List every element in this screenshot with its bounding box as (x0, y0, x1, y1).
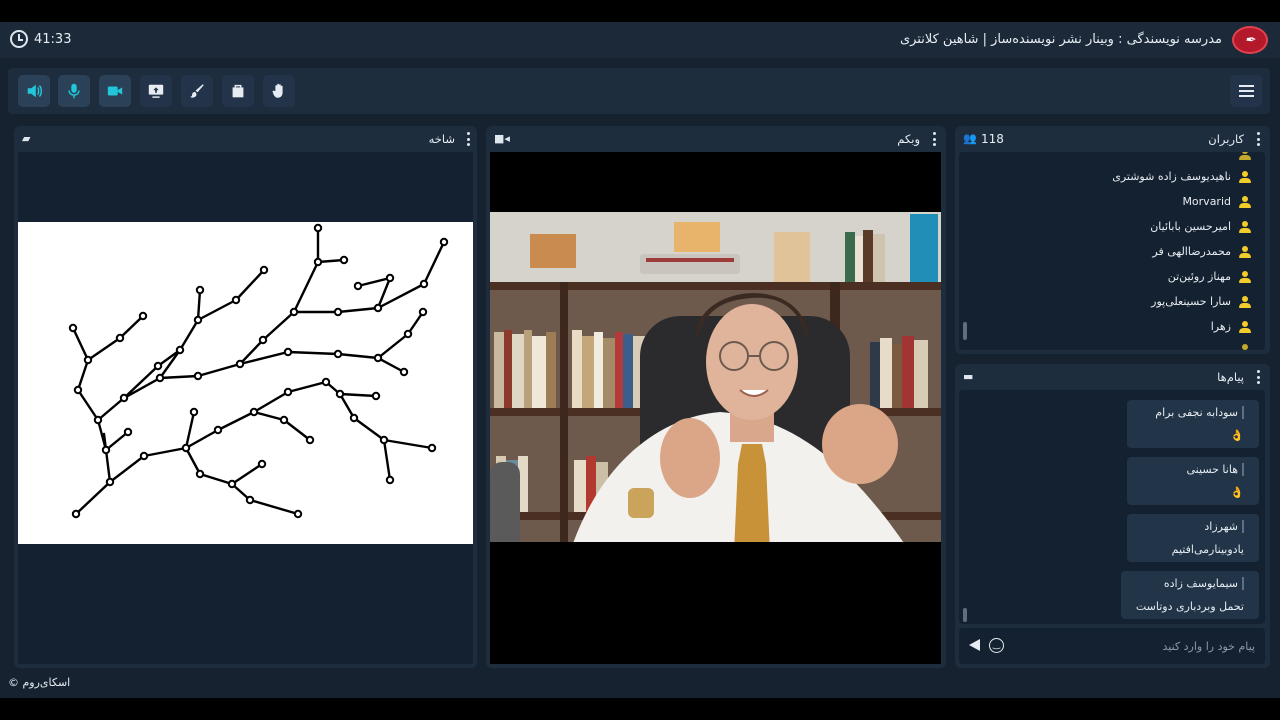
user-icon (1239, 245, 1251, 258)
chat-message: شهرزاد یادوبینارمی‌افتیم (1127, 514, 1259, 562)
user-row[interactable]: ناهیدیوسف زاده شوشتری (1112, 170, 1251, 183)
user-icon (1239, 170, 1251, 183)
whiteboard-title: شاخه (428, 132, 455, 146)
chat-message: سودابه نجفی برام 👌 (1127, 400, 1259, 448)
user-row-partial (1239, 152, 1251, 160)
files-icon[interactable] (222, 75, 254, 107)
user-icon (1239, 195, 1251, 208)
user-name: امیرحسین بابائیان (1150, 220, 1231, 233)
webcam-options-icon[interactable] (932, 132, 936, 146)
main-menu-button[interactable] (1230, 75, 1262, 107)
user-name: Morvarid (1182, 195, 1231, 208)
brush-icon[interactable] (181, 75, 213, 107)
users-header: 👥 118 کاربران (955, 126, 1270, 152)
user-row-partial (1239, 344, 1251, 350)
chat-scrollbar[interactable] (963, 608, 967, 622)
whiteboard-drawing[interactable] (18, 222, 473, 544)
user-icon (1239, 270, 1251, 283)
user-row[interactable]: Morvarid (1182, 195, 1251, 208)
chat-panel: ▬ پیام‌ها سودابه نجفی برام 👌 هانا حسینی … (955, 364, 1270, 668)
webcam-title: وبکم (897, 132, 920, 146)
user-row[interactable]: امیرحسین بابائیان (1150, 220, 1251, 233)
message-sender: سیمایوسف زاده (1131, 577, 1244, 590)
folder-icon[interactable]: ▰ (22, 132, 30, 145)
clock-icon (10, 30, 28, 48)
chat-options-icon[interactable] (1256, 370, 1260, 384)
camera-icon[interactable] (99, 75, 131, 107)
message-sender: سودابه نجفی برام (1137, 406, 1244, 419)
user-icon (1239, 295, 1251, 308)
app-window: 41:33 مدرسه نویسندگی : وبینار نشر نویسند… (0, 22, 1280, 698)
user-icon (1239, 152, 1251, 160)
title-bar: 41:33 مدرسه نویسندگی : وبینار نشر نویسند… (0, 22, 1280, 58)
message-text: 👌 (1230, 486, 1244, 499)
webcam-video[interactable] (490, 212, 941, 552)
users-panel: 👥 118 کاربران ناهیدیوسف زاده شوشتری Morv… (955, 126, 1270, 354)
message-text: 👌 (1230, 429, 1244, 442)
message-sender: هانا حسینی (1137, 463, 1244, 476)
user-name: مهناز روئین‌تن (1167, 270, 1231, 283)
school-logo-icon: ✒ (1232, 26, 1268, 54)
user-name: زهرا (1210, 320, 1231, 333)
webcam-panel: ■◂ وبکم (486, 126, 946, 668)
users-group-icon: 👥 (963, 132, 977, 145)
room-title: مدرسه نویسندگی : وبینار نشر نویسنده‌ساز … (899, 32, 1222, 47)
user-name: ناهیدیوسف زاده شوشتری (1112, 170, 1231, 183)
screen-share-icon[interactable] (140, 75, 172, 107)
users-scrollbar[interactable] (963, 322, 967, 340)
chat-message-input[interactable] (1035, 637, 1255, 655)
message-text: تحمل وبردباری دوتاست (1135, 600, 1244, 613)
footer-brand: اسکای‌روم © (8, 676, 71, 689)
user-row[interactable]: مهناز روئین‌تن (1168, 270, 1251, 283)
send-icon[interactable] (969, 639, 980, 651)
user-icon (1239, 220, 1251, 233)
microphone-icon[interactable] (58, 75, 90, 107)
user-row[interactable]: سارا حسینعلی‌پور (1151, 295, 1251, 308)
chat-input-bar: ‿ (959, 628, 1265, 664)
chat-message: سیمایوسف زاده تحمل وبردباری دوتاست (1121, 571, 1259, 619)
user-row[interactable]: زهرا (1211, 320, 1251, 333)
chat-message: هانا حسینی 👌 (1127, 457, 1259, 505)
chat-header: ▬ پیام‌ها (955, 364, 1270, 390)
hamburger-icon (1238, 90, 1254, 92)
user-name: محمدرضاالهی فر (1152, 245, 1231, 258)
message-text: یادوبینارمی‌افتیم (1171, 543, 1244, 556)
timer-text: 41:33 (34, 31, 72, 47)
whiteboard-header: ▰ شاخه (14, 126, 477, 152)
user-name: سارا حسینعلی‌پور (1151, 295, 1231, 308)
users-list: ناهیدیوسف زاده شوشتری Morvarid امیرحسین … (959, 152, 1265, 350)
session-timer: 41:33 (10, 30, 71, 48)
users-title: کاربران (1208, 132, 1244, 146)
user-icon (1239, 344, 1251, 350)
whiteboard-panel: ▰ شاخه (14, 126, 477, 668)
user-row[interactable]: محمدرضاالهی فر (1152, 245, 1251, 258)
emoji-icon[interactable]: ‿ (989, 638, 1004, 653)
raise-hand-icon[interactable] (263, 75, 295, 107)
users-options-icon[interactable] (1256, 132, 1260, 146)
chat-messages: سودابه نجفی برام 👌 هانا حسینی 👌 شهرزاد ی… (959, 390, 1265, 624)
message-sender: شهرزاد (1137, 520, 1244, 533)
webcam-header: ■◂ وبکم (486, 126, 946, 152)
whiteboard-options-icon[interactable] (466, 132, 470, 146)
chat-title: پیام‌ها (1217, 370, 1244, 384)
video-camera-icon: ■◂ (494, 132, 510, 145)
speaker-icon[interactable] (18, 75, 50, 107)
toolbar (8, 68, 1270, 114)
chat-bubble-icon: ▬ (963, 370, 974, 383)
users-count: 118 (981, 132, 1004, 146)
user-icon (1239, 320, 1251, 333)
